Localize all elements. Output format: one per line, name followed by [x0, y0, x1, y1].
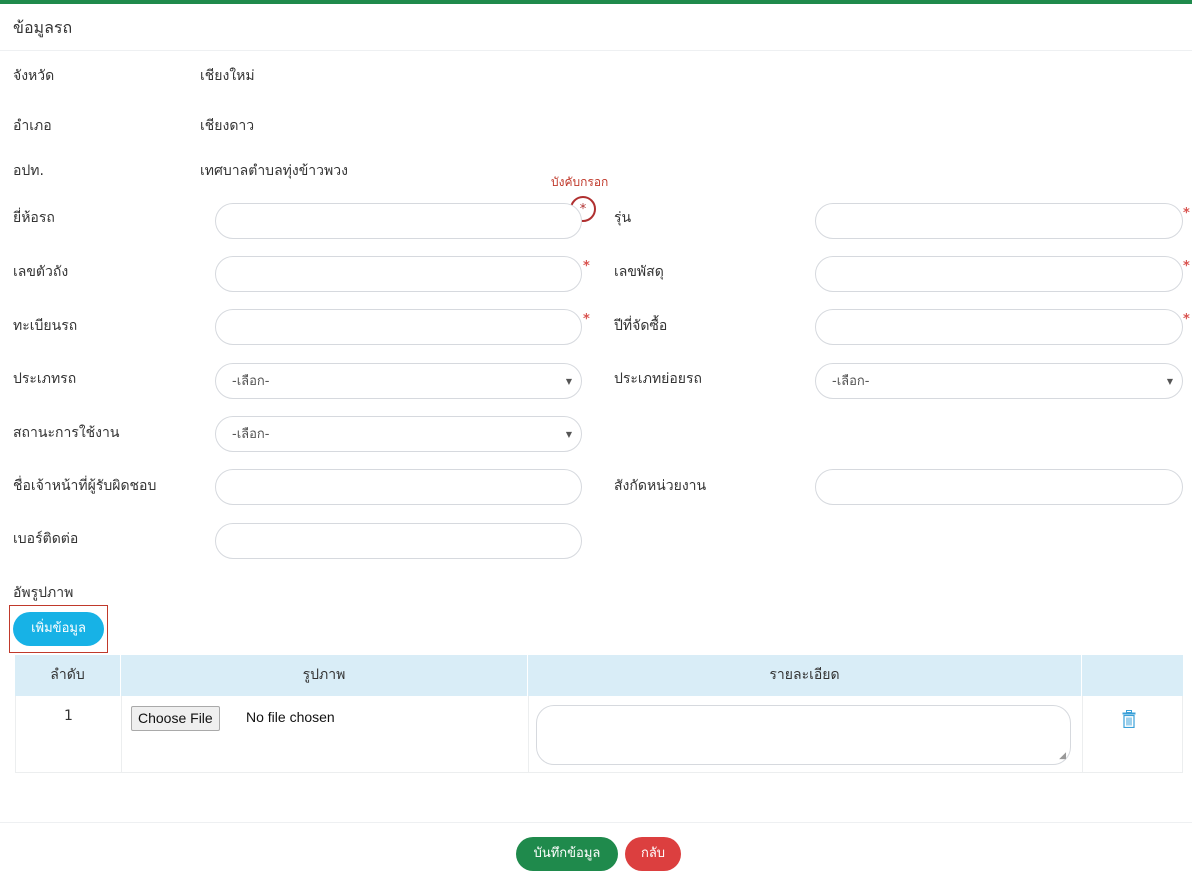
chevron-down-icon: ▼ — [565, 430, 572, 439]
registration-label: ทะเบียนรถ — [13, 318, 78, 334]
purchase-year-input[interactable] — [815, 309, 1183, 345]
column-header-detail: รายละเอียด — [769, 667, 840, 683]
row-index: 1 — [64, 708, 73, 724]
vehicle-subtype-select[interactable]: -เลือก- ▼ — [815, 363, 1183, 399]
district-label: อำเภอ — [13, 118, 52, 134]
affiliation-input[interactable] — [815, 469, 1183, 505]
phone-input[interactable] — [215, 523, 582, 559]
chevron-down-icon: ▼ — [565, 377, 572, 386]
choose-file-button[interactable]: Choose File — [131, 706, 220, 731]
brand-label: ยี่ห้อรถ — [13, 210, 55, 226]
province-label: จังหวัด — [13, 68, 55, 84]
purchase-year-label: ปีที่จัดซื้อ — [614, 318, 668, 334]
phone-label: เบอร์ติดต่อ — [13, 531, 79, 547]
file-status-text: No file chosen — [246, 709, 335, 725]
purchase-year-required-mark: * — [1183, 312, 1190, 327]
vehicle-type-select[interactable]: -เลือก- ▼ — [215, 363, 582, 399]
back-button[interactable]: กลับ — [625, 837, 681, 871]
model-label: รุ่น — [614, 210, 632, 226]
local-authority-label: อปท. — [13, 163, 44, 179]
model-required-mark: * — [1183, 206, 1190, 221]
detail-textarea[interactable]: ◢ — [536, 705, 1071, 765]
registration-input[interactable] — [215, 309, 582, 345]
table-row: 1 Choose File No file chosen ◢ — [15, 696, 1183, 773]
province-value: เชียงใหม่ — [200, 68, 255, 84]
required-note: บังคับกรอก — [551, 175, 609, 189]
chassis-input[interactable] — [215, 256, 582, 292]
top-accent-bar — [0, 0, 1192, 4]
column-header-index: ลำดับ — [50, 667, 85, 683]
upload-label: อัพรูปภาพ — [13, 585, 74, 601]
table-header: ลำดับ รูปภาพ รายละเอียด — [15, 655, 1183, 696]
title-divider — [0, 50, 1192, 51]
footer-divider — [0, 822, 1192, 823]
trash-icon[interactable] — [1122, 710, 1136, 728]
brand-input[interactable] — [215, 203, 582, 239]
district-value: เชียงดาว — [200, 118, 255, 134]
save-button[interactable]: บันทึกข้อมูล — [516, 837, 618, 871]
header-separator — [1081, 655, 1082, 696]
vehicle-subtype-label: ประเภทย่อยรถ — [614, 371, 702, 387]
chassis-label: เลขตัวถัง — [13, 264, 69, 280]
parcel-input[interactable] — [815, 256, 1183, 292]
column-header-image: รูปภาพ — [302, 667, 346, 683]
add-row-button[interactable]: เพิ่มข้อมูล — [13, 612, 104, 646]
affiliation-label: สังกัดหน่วยงาน — [614, 478, 707, 494]
cell-separator — [1082, 696, 1083, 772]
local-authority-value: เทศบาลตำบลทุ่งข้าวพวง — [200, 163, 348, 179]
vehicle-subtype-selected: -เลือก- — [832, 374, 870, 389]
parcel-label: เลขพัสดุ — [614, 264, 664, 280]
usage-status-label: สถานะการใช้งาน — [13, 425, 120, 441]
chevron-down-icon: ▼ — [1166, 377, 1173, 386]
parcel-required-mark: * — [1183, 259, 1190, 274]
usage-status-select[interactable]: -เลือก- ▼ — [215, 416, 582, 452]
responsible-officer-input[interactable] — [215, 469, 582, 505]
vehicle-type-label: ประเภทรถ — [13, 371, 77, 387]
vehicle-type-selected: -เลือก- — [232, 374, 270, 389]
resize-handle-icon[interactable]: ◢ — [1059, 752, 1066, 761]
cell-separator — [121, 696, 122, 772]
cell-separator — [528, 696, 529, 772]
usage-status-selected: -เลือก- — [232, 427, 270, 442]
responsible-officer-label: ชื่อเจ้าหน้าที่ผู้รับผิดชอบ — [13, 478, 157, 494]
chassis-required-mark: * — [583, 259, 590, 274]
model-input[interactable] — [815, 203, 1183, 239]
panel-title: ข้อมูลรถ — [13, 18, 73, 37]
registration-required-mark: * — [583, 312, 590, 327]
